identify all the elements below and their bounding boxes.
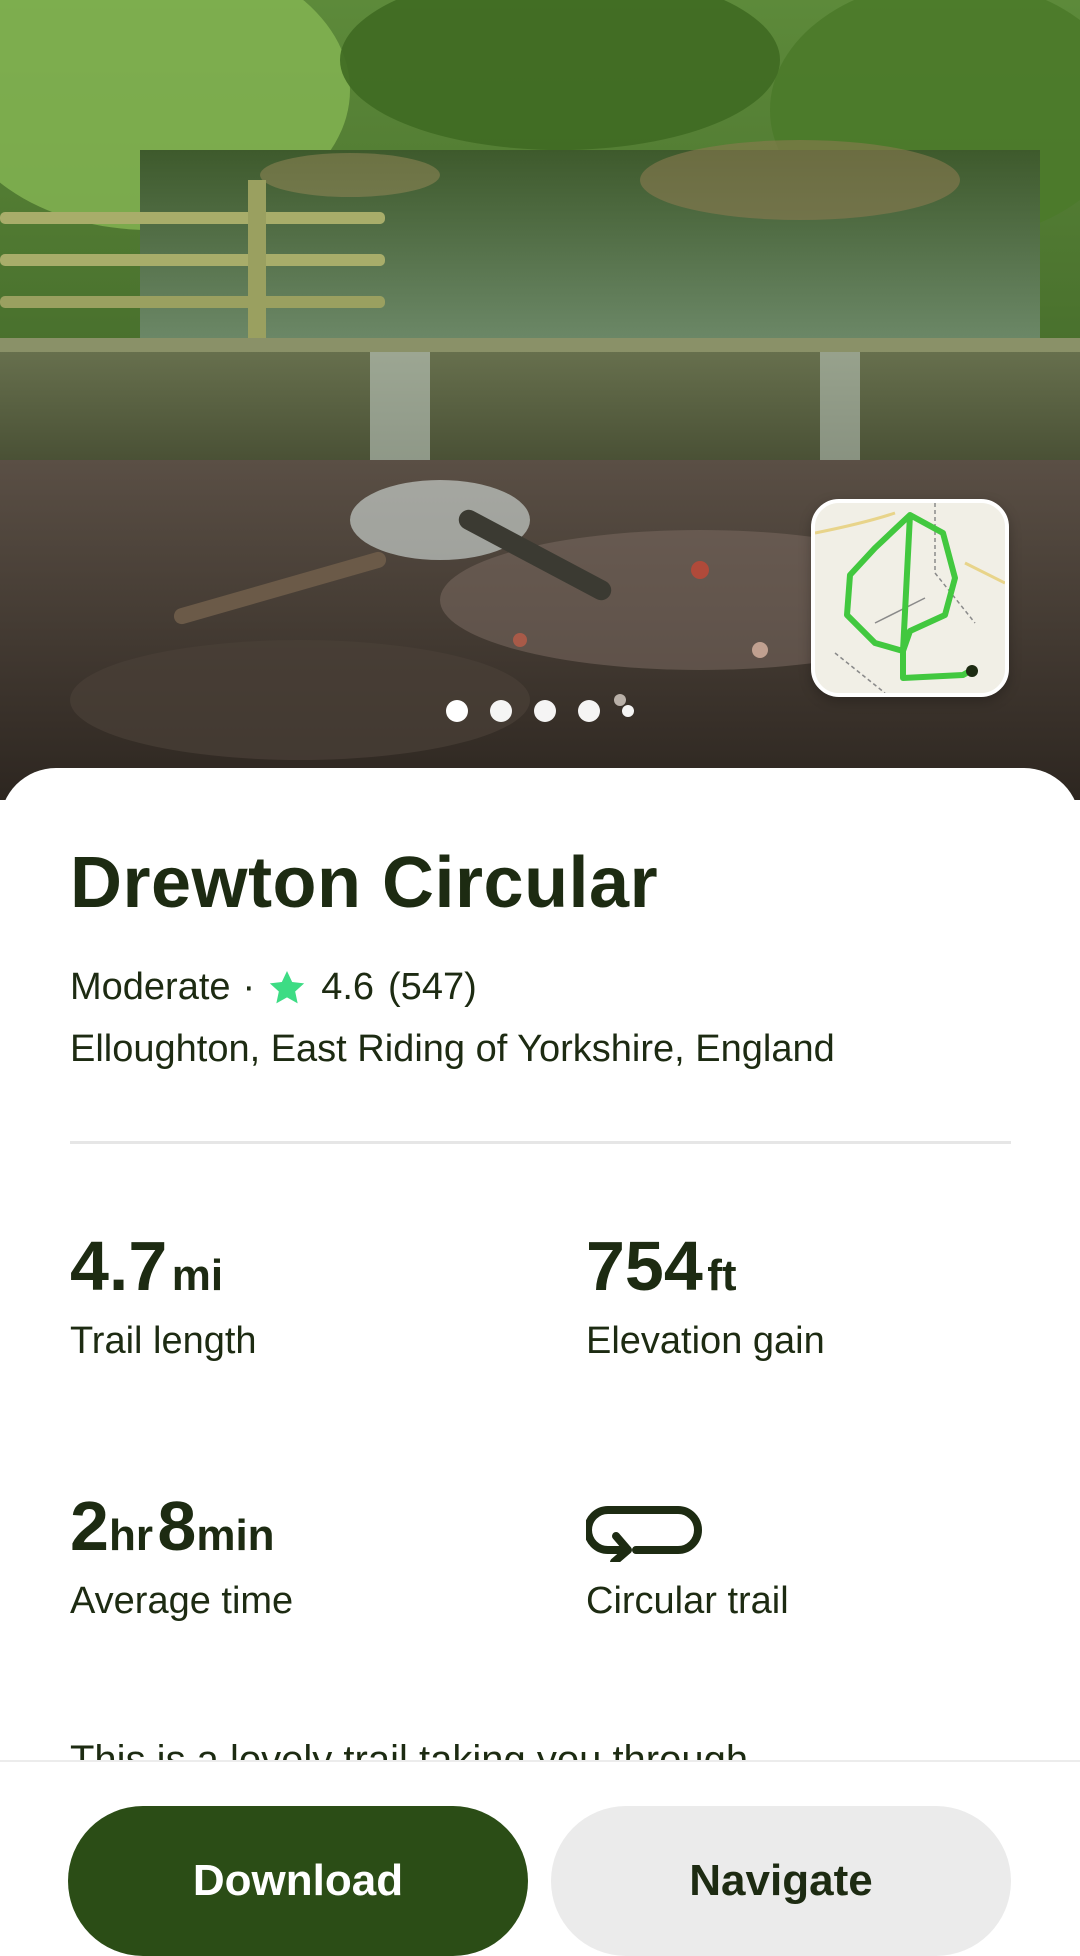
carousel-dot[interactable] bbox=[534, 700, 556, 722]
elevation-label: Elevation gain bbox=[586, 1320, 825, 1362]
stat-trail-length: 4.7 mi Trail length bbox=[70, 1226, 257, 1363]
elevation-value: 754 bbox=[586, 1227, 703, 1305]
trail-location: Elloughton, East Riding of Yorkshire, En… bbox=[70, 1028, 835, 1070]
time-hours-unit: hr bbox=[108, 1511, 153, 1560]
trail-meta-row: Moderate · 4.6 (547) bbox=[70, 966, 477, 1009]
stat-average-time: 2hr 8min Average time bbox=[70, 1486, 293, 1623]
time-minutes-unit: min bbox=[196, 1511, 275, 1560]
average-time-label: Average time bbox=[70, 1580, 294, 1622]
navigate-button[interactable]: Navigate bbox=[551, 1806, 1011, 1956]
download-button[interactable]: Download bbox=[68, 1806, 528, 1956]
star-icon bbox=[270, 970, 305, 1003]
rating-value: 4.6 bbox=[321, 966, 375, 1008]
stat-route-type: Circular trail bbox=[586, 1486, 789, 1623]
review-count[interactable]: (547) bbox=[388, 966, 477, 1009]
trail-description-preview: This is a lovely trail taking you throug… bbox=[70, 1738, 749, 1760]
carousel-dot[interactable] bbox=[490, 700, 512, 722]
difficulty-label: Moderate bbox=[70, 966, 231, 1008]
carousel-dot[interactable] bbox=[578, 700, 600, 722]
loop-icon bbox=[586, 1506, 702, 1562]
time-hours-value: 2 bbox=[70, 1487, 109, 1565]
carousel-dot[interactable] bbox=[446, 700, 468, 722]
trail-length-value: 4.7 bbox=[70, 1227, 168, 1305]
time-minutes-value: 8 bbox=[157, 1487, 197, 1565]
carousel-dot[interactable] bbox=[622, 705, 634, 717]
elevation-unit: ft bbox=[707, 1251, 737, 1300]
trail-length-label: Trail length bbox=[70, 1320, 257, 1362]
trail-photo-carousel[interactable] bbox=[0, 0, 1080, 800]
carousel-indicator bbox=[0, 700, 1080, 722]
trail-title: Drewton Circular bbox=[70, 843, 659, 923]
trail-length-unit: mi bbox=[171, 1251, 224, 1300]
stat-elevation-gain: 754 ft Elevation gain bbox=[586, 1226, 825, 1363]
route-type-label: Circular trail bbox=[586, 1580, 789, 1622]
divider bbox=[70, 1141, 1011, 1144]
route-map-thumbnail[interactable] bbox=[811, 499, 1009, 697]
route-map-icon bbox=[815, 503, 1005, 693]
meta-separator: · bbox=[242, 966, 256, 1008]
